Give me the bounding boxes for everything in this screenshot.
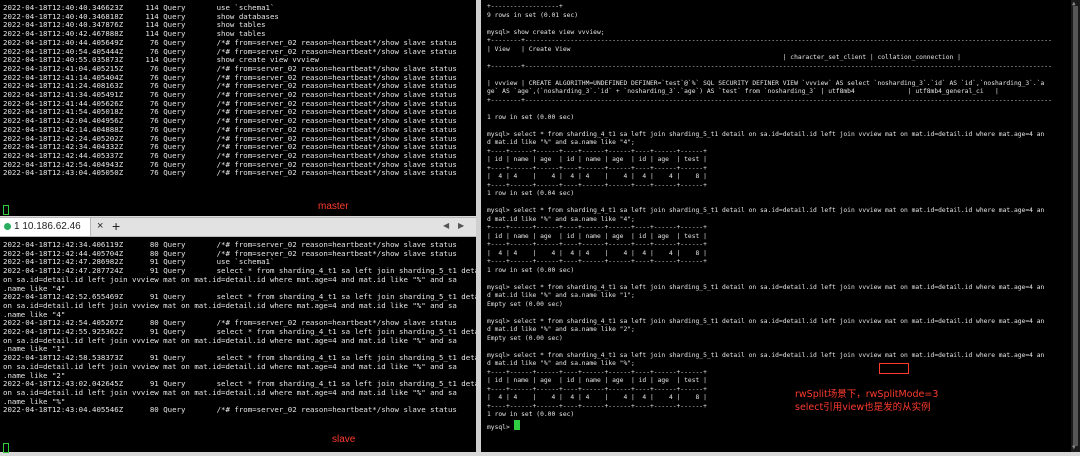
close-tab-icon[interactable]: ×	[97, 220, 103, 232]
annotation-note: rwSplit场景下，rwSplitMode=3 select引用view也是发…	[795, 388, 938, 414]
slave-terminal[interactable]: 2022-04-18T12:42:34.406119Z 80 Query /*#…	[0, 237, 476, 452]
mysql-cursor	[513, 419, 520, 430]
annotation-line-2: select引用view也是发的从实例	[795, 402, 931, 413]
mysql-client-terminal[interactable]: +------------------+ 9 rows in set (0.01…	[481, 0, 1080, 452]
session-tab-bar: 1 10.186.62.46 × + ◀ ▶	[0, 217, 476, 237]
tab-scroll-right-icon[interactable]: ▶	[458, 221, 464, 230]
tab-scroll-left-icon[interactable]: ◀	[443, 221, 449, 230]
scroll-up-icon[interactable]: ▲	[1072, 0, 1076, 7]
mysql-output-text: +------------------+ 9 rows in set (0.01…	[487, 3, 1052, 418]
scrollbar-thumb[interactable]	[1073, 6, 1078, 446]
session-tab[interactable]: 1 10.186.62.46	[0, 218, 91, 236]
slave-log-output: 2022-04-18T12:42:34.406119Z 80 Query /*#…	[3, 240, 476, 415]
new-tab-button[interactable]: +	[112, 218, 120, 234]
master-log-output: 2022-04-18T12:40:40.346623Z 114 Query us…	[3, 3, 457, 178]
connected-status-icon	[4, 223, 11, 230]
scroll-down-icon[interactable]: ▼	[1072, 444, 1076, 451]
slave-cursor	[3, 437, 9, 456]
mysql-output: +------------------+ 9 rows in set (0.01…	[481, 0, 1080, 432]
master-terminal[interactable]: 2022-04-18T12:40:40.346623Z 114 Query us…	[0, 0, 476, 216]
annotation-line-1: rwSplit场景下，rwSplitMode=3	[795, 389, 939, 400]
mysql-prompt: mysql>	[487, 423, 514, 431]
slave-label: slave	[332, 434, 356, 445]
session-tab-label: 1 10.186.62.46	[14, 221, 81, 232]
vvview-highlight-box	[879, 363, 909, 374]
master-label: master	[318, 201, 349, 212]
master-cursor	[3, 199, 9, 218]
